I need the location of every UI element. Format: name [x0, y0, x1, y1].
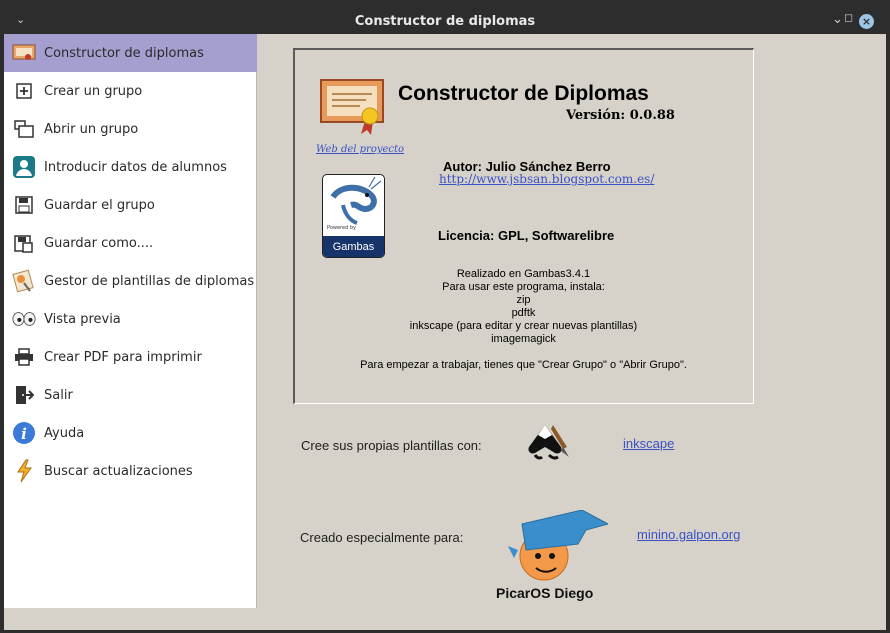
sidebar-label: Crear PDF para imprimir	[44, 349, 202, 365]
exit-icon	[12, 383, 36, 407]
sidebar-item-vista-previa[interactable]: Vista previa	[4, 300, 257, 338]
about-panel: Constructor de Diplomas Versión: 0.0.88 …	[293, 48, 754, 404]
template-icon	[12, 269, 36, 293]
sidebar-label: Constructor de diplomas	[44, 45, 204, 61]
gambas-label: Gambas	[323, 236, 384, 257]
sidebar-item-guardar-grupo[interactable]: Guardar el grupo	[4, 186, 257, 224]
sidebar-item-gestor-plantillas[interactable]: Gestor de plantillas de diplomas	[4, 262, 257, 300]
svg-text:i: i	[21, 425, 27, 443]
info-icon: i	[12, 421, 36, 445]
lightning-icon	[12, 459, 36, 483]
gambas-powered-label: Powered by	[327, 225, 356, 231]
client-area: Constructor de diplomas Crear un grupo A…	[4, 34, 886, 630]
inkscape-link[interactable]: inkscape	[623, 436, 674, 451]
close-icon[interactable]: ×	[859, 14, 874, 29]
eyes-icon	[12, 307, 36, 331]
sidebar-item-crear-pdf[interactable]: Crear PDF para imprimir	[4, 338, 257, 376]
minimize-icon[interactable]: ⌄	[832, 12, 843, 27]
sidebar-item-abrir-grupo[interactable]: Abrir un grupo	[4, 110, 257, 148]
sidebar-item-ayuda[interactable]: i Ayuda	[4, 414, 257, 452]
app-window: ⌄ Constructor de diplomas ⌄ ◻ × Construc…	[0, 0, 890, 633]
inkscape-logo-icon	[525, 423, 571, 469]
info-line: inkscape (para editar y crear nuevas pla…	[409, 320, 638, 332]
sidebar-item-constructor[interactable]: Constructor de diplomas	[4, 34, 257, 72]
start-hint: Para empezar a trabajar, tienes que "Cre…	[360, 359, 687, 371]
project-web-link[interactable]: Web del proyecto	[316, 144, 404, 155]
created-for-label: Creado especialmente para:	[300, 530, 464, 545]
templates-label: Cree sus propias plantillas con:	[301, 438, 482, 453]
info-line: Realizado en Gambas3.4.1	[456, 268, 591, 280]
sidebar-label: Salir	[44, 387, 73, 403]
sidebar-label: Ayuda	[44, 425, 85, 441]
about-title: Constructor de Diplomas	[398, 82, 649, 105]
license-label: Licencia: GPL, Softwarelibre	[438, 228, 615, 243]
sidebar-label: Gestor de plantillas de diplomas	[44, 273, 255, 289]
info-line: zip	[516, 294, 531, 306]
sidebar-item-salir[interactable]: Salir	[4, 376, 257, 414]
open-folder-icon	[12, 117, 36, 141]
title-bar[interactable]: ⌄ Constructor de diplomas ⌄ ◻ ×	[0, 0, 890, 34]
sidebar-label: Guardar el grupo	[44, 197, 155, 213]
sidebar-label: Abrir un grupo	[44, 121, 139, 137]
diploma-icon	[12, 41, 36, 65]
sidebar-item-buscar-actualizaciones[interactable]: Buscar actualizaciones	[4, 452, 257, 490]
sidebar-label: Buscar actualizaciones	[44, 463, 193, 479]
printer-icon	[12, 345, 36, 369]
add-icon	[12, 79, 36, 103]
window-title: Constructor de diplomas	[354, 14, 536, 29]
info-line: Para usar este programa, instala:	[442, 281, 605, 293]
info-line: pdftk	[511, 307, 536, 319]
sidebar-menu: Constructor de diplomas Crear un grupo A…	[4, 34, 257, 608]
version-label: Versión: 0.0.88	[566, 108, 675, 123]
save-icon	[12, 193, 36, 217]
sidebar-label: Introducir datos de alumnos	[44, 159, 227, 175]
info-line: imagemagick	[491, 333, 556, 345]
save-as-icon	[12, 231, 36, 255]
sidebar-label: Crear un grupo	[44, 83, 143, 99]
user-icon	[12, 155, 36, 179]
certificate-logo-icon	[320, 78, 386, 140]
sidebar-item-introducir-datos[interactable]: Introducir datos de alumnos	[4, 148, 257, 186]
sidebar-label: Guardar como....	[44, 235, 154, 251]
minino-link[interactable]: minino.galpon.org	[637, 527, 740, 542]
picaros-mascot-icon	[508, 509, 610, 586]
gambas-badge: Powered by Gambas	[322, 174, 385, 258]
author-blog-link[interactable]: http://www.jsbsan.blogspot.com.es/	[439, 172, 654, 186]
sidebar-label: Vista previa	[44, 311, 121, 327]
picaros-name: PicarOS Diego	[496, 585, 594, 601]
maximize-icon[interactable]: ◻	[844, 11, 853, 24]
sidebar-item-guardar-como[interactable]: Guardar como....	[4, 224, 257, 262]
sidebar-item-crear-grupo[interactable]: Crear un grupo	[4, 72, 257, 110]
